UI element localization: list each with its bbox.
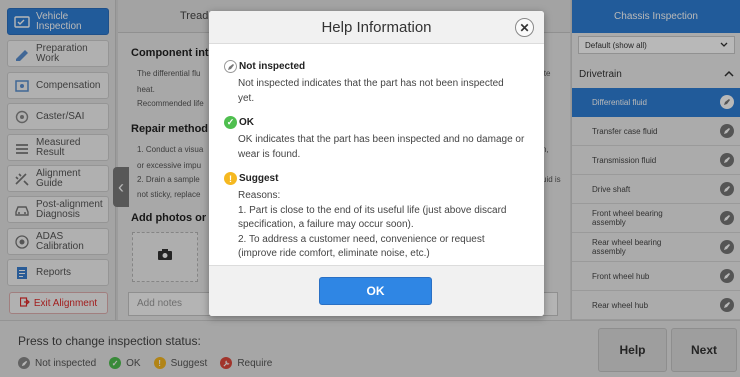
close-icon[interactable]: ✕	[515, 18, 534, 37]
exclamation-icon: !	[224, 172, 237, 185]
help-entry-text: Not inspected indicates that the part ha…	[238, 78, 504, 89]
dialog-title: Help Information	[321, 18, 432, 36]
help-entry-text: (improve ride comfort, eliminate noise, …	[238, 248, 430, 259]
dialog-body[interactable]: Not inspected Not inspected indicates th…	[209, 45, 544, 265]
help-entry-title: Suggest	[239, 173, 279, 184]
help-entry-text: yet.	[238, 92, 255, 104]
help-entry-text: 1. Part is close to the end of its usefu…	[238, 204, 507, 216]
check-icon: ✓	[224, 116, 237, 129]
help-entry-text: wear is found.	[238, 148, 301, 160]
help-dialog: Help Information ✕ Not inspected Not ins…	[209, 11, 544, 316]
help-entry-suggest: ! Suggest Reasons: 1. Part is close to t…	[224, 172, 530, 262]
help-entry-text: specification, a failure may occur soon)…	[238, 219, 414, 230]
pen-icon	[224, 60, 237, 73]
help-entry-text: Reasons:	[238, 190, 281, 201]
help-entry-ok: ✓ OK OK indicates that the part has been…	[224, 116, 530, 162]
help-entry-text: OK indicates that the part has been insp…	[238, 134, 525, 145]
ok-button[interactable]: OK	[319, 277, 432, 305]
help-entry-title: OK	[239, 117, 254, 128]
help-entry-title: Not inspected	[239, 61, 306, 72]
help-entry-not-inspected: Not inspected Not inspected indicates th…	[224, 60, 530, 106]
dialog-header: Help Information ✕	[209, 11, 544, 44]
dialog-footer: OK	[209, 265, 544, 316]
help-entry-text: 2. To address a customer need, convenien…	[238, 233, 485, 245]
